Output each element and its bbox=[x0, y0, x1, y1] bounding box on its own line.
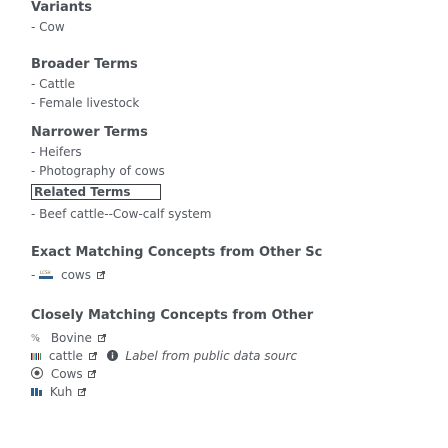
svg-text:LCSH: LCSH bbox=[40, 270, 51, 275]
exact-matching-heading: Exact Matching Concepts from Other Sc bbox=[31, 245, 323, 260]
broader-term-item[interactable]: - Female livestock bbox=[31, 96, 139, 110]
variant-item: - Cow bbox=[31, 20, 65, 34]
close-match-link[interactable]: Kuh bbox=[50, 385, 72, 399]
close-match-row: Cows bbox=[31, 367, 97, 382]
broader-terms-heading: Broader Terms bbox=[31, 57, 138, 72]
external-link-icon[interactable] bbox=[78, 385, 87, 396]
wikidata-icon bbox=[31, 350, 41, 364]
external-link-icon[interactable] bbox=[88, 349, 97, 360]
lc-icon bbox=[31, 367, 43, 382]
variants-heading: Variants bbox=[31, 0, 92, 15]
close-match-row: % c Bovine bbox=[31, 331, 106, 346]
close-match-link[interactable]: cattle bbox=[49, 349, 83, 363]
external-link-icon[interactable] bbox=[96, 268, 105, 279]
close-match-row: Kuh bbox=[31, 385, 87, 400]
external-link-icon[interactable] bbox=[88, 367, 97, 378]
close-match-link[interactable]: Bovine bbox=[51, 331, 92, 345]
broader-term-item[interactable]: - Cattle bbox=[31, 77, 75, 91]
narrower-term-item[interactable]: - Photography of cows bbox=[31, 164, 165, 178]
lcsh-icon: LCSH bbox=[39, 269, 54, 283]
closely-matching-heading: Closely Matching Concepts from Other bbox=[31, 308, 314, 323]
exact-match-row: - LCSH cows bbox=[31, 268, 105, 283]
narrower-term-item[interactable]: - Heifers bbox=[31, 145, 82, 159]
info-icon bbox=[106, 350, 118, 364]
svg-text:c: c bbox=[37, 337, 40, 343]
fast-icon: % c bbox=[31, 332, 43, 346]
close-match-row: cattle Label from public data sourc bbox=[31, 349, 297, 364]
related-term-item[interactable]: - Beef cattle--Cow-calf system bbox=[31, 207, 212, 221]
narrower-terms-heading: Narrower Terms bbox=[31, 125, 148, 140]
external-link-icon[interactable] bbox=[97, 331, 106, 342]
gnd-icon bbox=[31, 386, 42, 400]
related-terms-heading: Related Terms bbox=[31, 184, 161, 200]
public-data-note: Label from public data sourc bbox=[125, 349, 298, 363]
close-match-link[interactable]: Cows bbox=[51, 367, 83, 381]
vocabulary-entry-page: Variants - Cow Broader Terms - Cattle - … bbox=[0, 0, 448, 448]
exact-match-link[interactable]: cows bbox=[61, 268, 91, 282]
exact-match-prefix: - bbox=[31, 268, 40, 282]
